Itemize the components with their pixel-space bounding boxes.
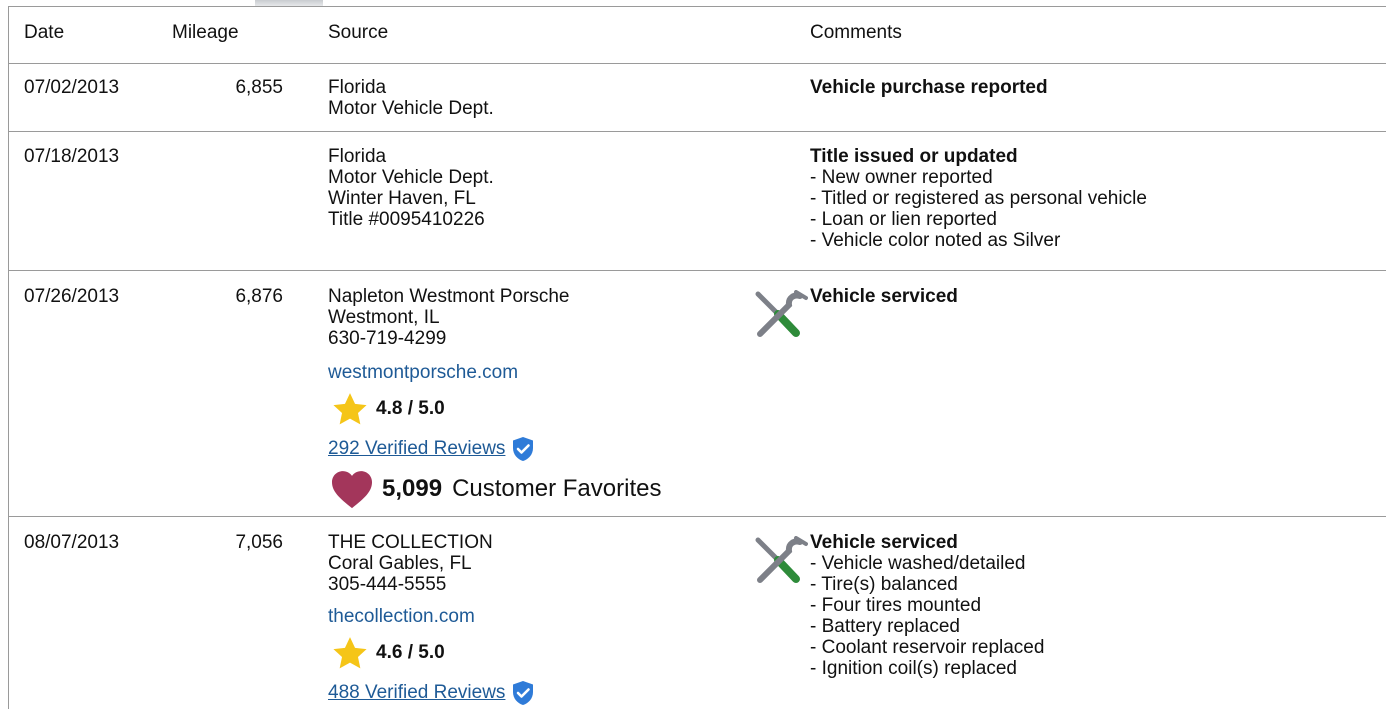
row-mileage: 6,855 (235, 77, 283, 98)
row-mileage: 6,876 (235, 286, 283, 307)
row-divider (8, 63, 1386, 64)
dealer-phone: 630-719-4299 (328, 328, 447, 349)
header-mileage: Mileage (172, 22, 239, 43)
dealer-phone: 305-444-5555 (328, 574, 447, 595)
header-comments: Comments (810, 22, 902, 43)
header-date: Date (24, 22, 65, 43)
row-divider (8, 270, 1386, 271)
comment-item: - Ignition coil(s) replaced (810, 658, 1017, 679)
verified-shield-icon (513, 437, 534, 461)
comment-title: Title issued or updated (810, 146, 1018, 167)
reviews-link[interactable]: 292 Verified Reviews (328, 438, 505, 460)
comment-item: - Tire(s) balanced (810, 574, 958, 595)
service-tools-icon (755, 536, 808, 583)
dealer-name: THE COLLECTION (328, 532, 493, 553)
row-date: 07/18/2013 (24, 146, 120, 167)
comment-title: Vehicle serviced (810, 286, 958, 307)
top-image-fragment (255, 0, 323, 6)
comment-item: - Titled or registered as personal vehic… (810, 188, 1147, 209)
source-line: Winter Haven, FL (328, 188, 476, 209)
heart-icon (332, 471, 372, 509)
verified-shield-icon (513, 681, 534, 705)
row-mileage: 7,056 (235, 532, 283, 553)
rating-value: 4.6 / 5.0 (376, 642, 445, 663)
source-line: Motor Vehicle Dept. (328, 167, 494, 188)
reviews-link[interactable]: 488 Verified Reviews (328, 682, 505, 704)
dealer-rating: 4.6 / 5.0 (332, 636, 445, 670)
source-line: Motor Vehicle Dept. (328, 98, 494, 119)
comment-item: - Coolant reservoir replaced (810, 637, 1045, 658)
rating-value: 4.8 / 5.0 (376, 398, 445, 419)
comment-item: - Four tires mounted (810, 595, 982, 616)
row-date: 08/07/2013 (24, 532, 120, 553)
dealer-name: Napleton Westmont Porsche (328, 286, 570, 307)
source-line: Title #0095410226 (328, 209, 485, 230)
row-divider (8, 516, 1386, 517)
comment-item: - Battery replaced (810, 616, 960, 637)
dealer-website-link[interactable]: westmontporsche.com (328, 362, 518, 383)
row-date: 07/26/2013 (24, 286, 120, 307)
source-line: Florida (328, 77, 387, 98)
favorites-count: 5,099 (382, 475, 443, 502)
source-line: Florida (328, 146, 387, 167)
row-date: 07/02/2013 (24, 77, 120, 98)
dealer-website-link[interactable]: thecollection.com (328, 606, 475, 627)
header-source: Source (328, 22, 389, 43)
verified-reviews[interactable]: 488 Verified Reviews (328, 680, 535, 706)
comment-item: - Vehicle washed/detailed (810, 553, 1026, 574)
comment-item: - Loan or lien reported (810, 209, 997, 230)
star-icon (333, 393, 367, 425)
comment-item: - New owner reported (810, 167, 993, 188)
comment-item: - Vehicle color noted as Silver (810, 230, 1061, 251)
service-tools-icon (755, 290, 808, 337)
favorites-label: Customer Favorites (452, 475, 662, 502)
dealer-rating: 4.8 / 5.0 (332, 392, 445, 426)
verified-reviews[interactable]: 292 Verified Reviews (328, 436, 535, 462)
customer-favorites: 5,099 Customer Favorites (330, 469, 661, 509)
history-table (8, 6, 1386, 709)
star-icon (333, 637, 367, 669)
dealer-location: Coral Gables, FL (328, 553, 472, 574)
dealer-location: Westmont, IL (328, 307, 440, 328)
comment-title: Vehicle purchase reported (810, 77, 1048, 98)
comment-title: Vehicle serviced (810, 532, 958, 553)
row-divider (8, 131, 1386, 132)
